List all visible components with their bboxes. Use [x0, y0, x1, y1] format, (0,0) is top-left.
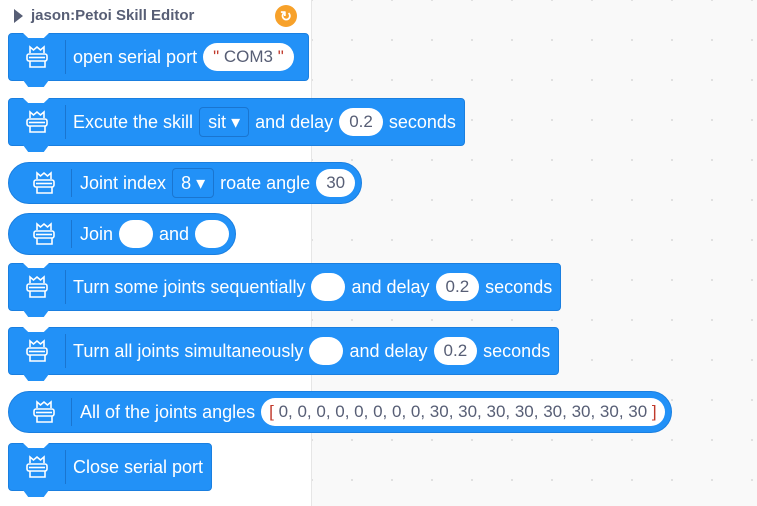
join-input-1[interactable] — [119, 220, 154, 248]
petoi-robot-icon — [33, 223, 55, 245]
collapse-triangle-icon[interactable] — [14, 8, 23, 23]
block-label: Join — [80, 223, 114, 244]
petoi-robot-icon — [26, 340, 48, 362]
join-block[interactable]: Join and — [8, 213, 237, 255]
petoi-robot-icon — [26, 276, 48, 298]
block-label: Close serial port — [73, 456, 204, 477]
petoi-robot-icon — [33, 401, 55, 423]
turn-joints-simultaneously-block[interactable]: Turn all joints simultaneously and delay… — [8, 327, 560, 375]
open-serial-port-block[interactable]: open serial port " COM3 " — [8, 33, 309, 81]
category-header[interactable]: jason:Petoi Skill Editor — [14, 7, 194, 24]
petoi-robot-icon — [26, 111, 48, 133]
skill-dropdown[interactable]: sit ▾ — [199, 107, 250, 137]
block-label: open serial port — [73, 46, 198, 67]
delay-input[interactable]: 0.2 — [433, 337, 478, 365]
angles-input[interactable]: [ 0, 0, 0, 0, 0, 0, 0, 0, 30, 30, 30, 30… — [261, 398, 665, 426]
block-label: seconds — [483, 340, 551, 361]
join-input-2[interactable] — [195, 220, 230, 248]
turn-joints-sequentially-block[interactable]: Turn some joints sequentially and delay … — [8, 263, 562, 311]
category-title: jason:Petoi Skill Editor — [31, 7, 195, 24]
all-joints-angles-block[interactable]: All of the joints angles [ 0, 0, 0, 0, 0… — [8, 391, 672, 433]
petoi-robot-icon — [26, 46, 48, 68]
block-label: roate angle — [220, 172, 311, 193]
joint-index-dropdown[interactable]: 8 ▾ — [172, 168, 215, 198]
block-label: seconds — [485, 276, 553, 297]
block-label: All of the joints angles — [80, 401, 256, 422]
block-label: Excute the skill — [73, 111, 194, 132]
petoi-robot-icon — [26, 456, 48, 478]
joint-index-block[interactable]: Joint index 8 ▾ roate angle 30 — [8, 162, 363, 204]
block-label: seconds — [388, 111, 456, 132]
block-label: and delay — [351, 276, 430, 297]
execute-skill-block[interactable]: Excute the skill sit ▾ and delay 0.2 sec… — [8, 98, 465, 146]
block-label: and delay — [349, 340, 428, 361]
block-label: Turn all joints simultaneously — [73, 340, 304, 361]
delay-input[interactable]: 0.2 — [435, 273, 480, 301]
petoi-robot-icon — [33, 172, 55, 194]
joints-input[interactable] — [309, 337, 344, 365]
delay-input[interactable]: 0.2 — [339, 108, 383, 136]
port-input[interactable]: " COM3 " — [203, 43, 294, 71]
close-serial-port-block[interactable]: Close serial port — [8, 443, 213, 491]
block-label: Joint index — [80, 172, 167, 193]
block-label: and — [159, 223, 190, 244]
block-label: Turn some joints sequentially — [73, 276, 306, 297]
block-label: and delay — [255, 111, 334, 132]
joints-input[interactable] — [311, 273, 346, 301]
refresh-badge-icon[interactable]: ↻ — [275, 5, 297, 27]
angle-input[interactable]: 30 — [316, 169, 356, 197]
